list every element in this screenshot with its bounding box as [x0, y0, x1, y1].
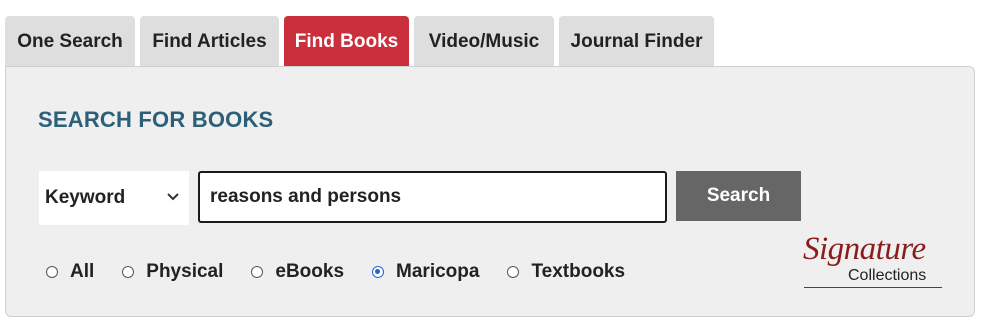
- tab-bar: One Search Find Articles Find Books Vide…: [5, 16, 714, 67]
- radio-ebooks[interactable]: eBooks: [251, 261, 344, 283]
- radio-label: Textbooks: [531, 261, 626, 282]
- radio-circle-checked[interactable]: [372, 266, 385, 278]
- radio-circle[interactable]: [507, 266, 520, 278]
- search-field-selected-value: Keyword: [45, 187, 126, 208]
- radio-circle[interactable]: [122, 266, 135, 278]
- radio-maricopa[interactable]: Maricopa: [372, 261, 479, 283]
- logo-underline: [804, 287, 942, 288]
- tab-video-music[interactable]: Video/Music: [414, 16, 554, 67]
- tab-journal-finder[interactable]: Journal Finder: [559, 16, 714, 67]
- search-button[interactable]: Search: [676, 171, 801, 221]
- signature-collections-logo[interactable]: Signature Collections: [796, 231, 946, 293]
- chevron-down-icon: [167, 193, 179, 201]
- radio-textbooks[interactable]: Textbooks: [507, 261, 625, 283]
- tab-find-articles[interactable]: Find Articles: [140, 16, 279, 67]
- radio-label: All: [70, 261, 95, 282]
- search-input[interactable]: [198, 171, 667, 223]
- radio-circle[interactable]: [46, 266, 58, 278]
- search-field-select[interactable]: Keyword: [39, 171, 189, 225]
- radio-circle[interactable]: [251, 266, 264, 278]
- tab-find-books[interactable]: Find Books: [284, 16, 409, 67]
- tab-one-search[interactable]: One Search: [5, 16, 135, 67]
- search-panel: SEARCH FOR BOOKS Keyword Search All Phys…: [5, 66, 975, 317]
- logo-signature-text: Signature: [803, 231, 926, 267]
- filter-radio-group: All Physical eBooks Maricopa Textbooks: [46, 261, 653, 283]
- radio-label: eBooks: [275, 261, 345, 282]
- radio-physical[interactable]: Physical: [122, 261, 223, 283]
- panel-heading: SEARCH FOR BOOKS: [38, 107, 274, 132]
- radio-label: Maricopa: [396, 261, 480, 282]
- radio-all[interactable]: All: [46, 261, 94, 283]
- radio-label: Physical: [146, 261, 224, 282]
- logo-collections-text: Collections: [848, 267, 927, 284]
